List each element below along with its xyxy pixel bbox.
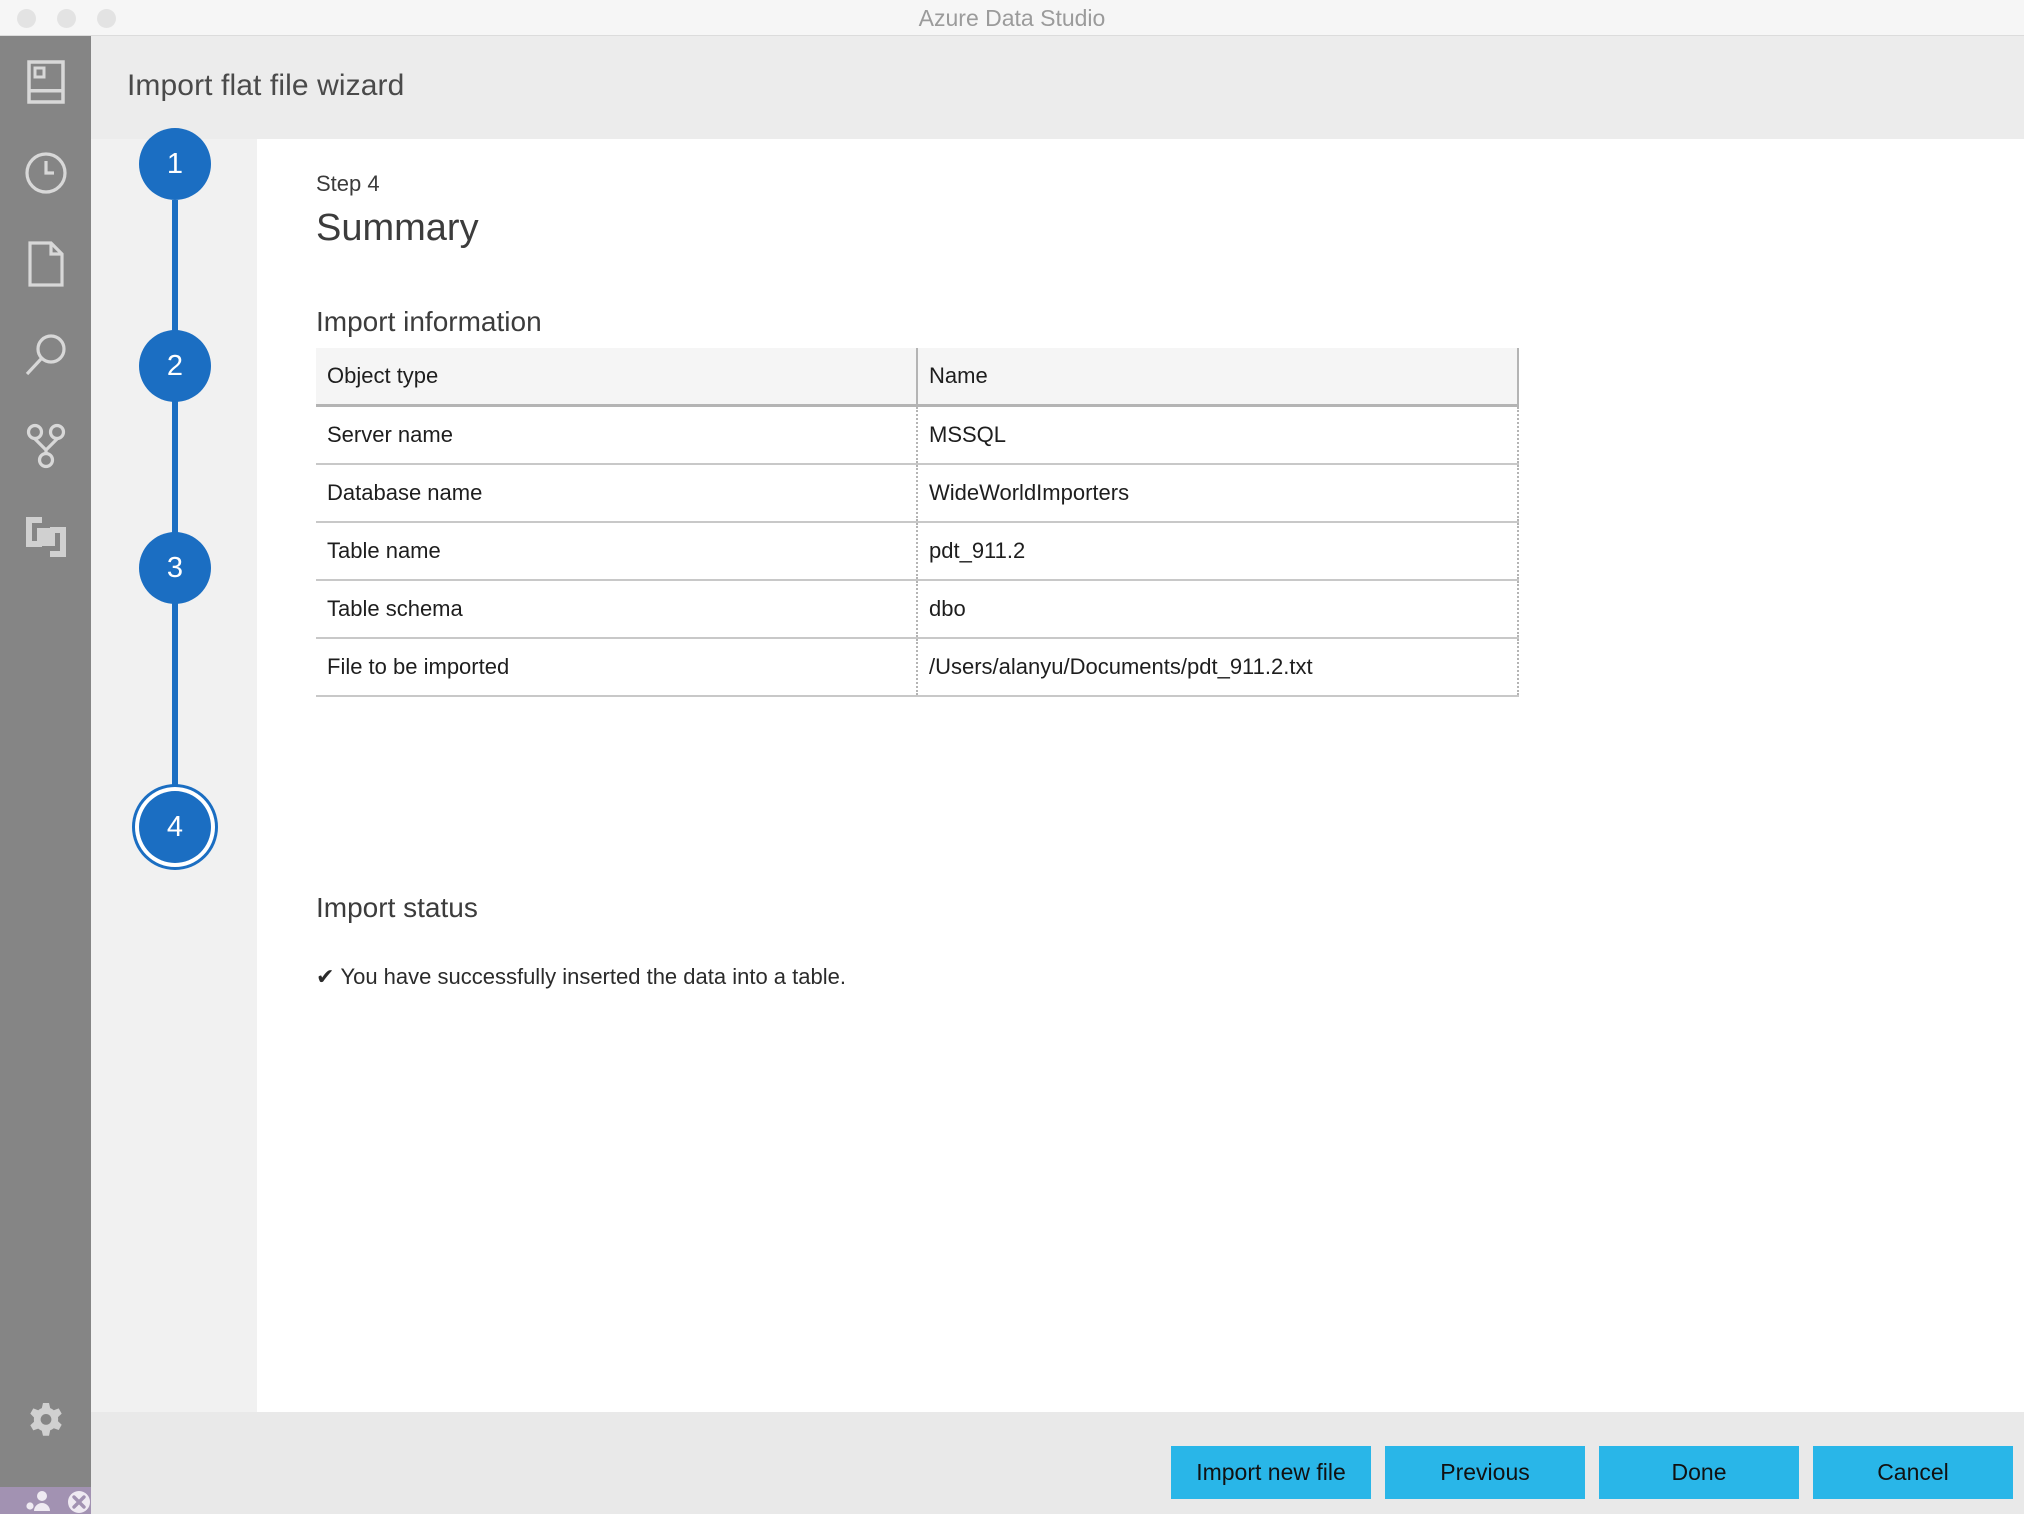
- wizard-header: Import flat file wizard: [91, 36, 2024, 139]
- step-connector-3-4: [172, 604, 178, 806]
- wizard-step-1[interactable]: 1: [139, 128, 211, 200]
- search-icon: [23, 332, 69, 378]
- activity-item-history[interactable]: [0, 127, 91, 218]
- activity-item-extensions[interactable]: [0, 491, 91, 582]
- cell-name: dbo: [917, 580, 1519, 639]
- table-row: Table schema dbo: [316, 580, 1519, 639]
- cell-object-type: Table schema: [316, 580, 918, 639]
- table-row: Server name MSSQL: [316, 405, 1519, 465]
- servers-icon: [26, 59, 65, 104]
- import-status-text: You have successfully inserted the data …: [340, 964, 846, 989]
- activity-item-servers[interactable]: [0, 36, 91, 127]
- status-bar: [0, 1487, 91, 1514]
- table-header-row: Object type Name: [316, 348, 1519, 407]
- accounts-icon[interactable]: [26, 1490, 52, 1517]
- activity-item-source-control[interactable]: [0, 400, 91, 491]
- activity-item-search[interactable]: [0, 309, 91, 400]
- cell-object-type: Database name: [316, 464, 918, 523]
- step-label: Step 4: [316, 171, 380, 196]
- import-new-file-button[interactable]: Import new file: [1171, 1446, 1371, 1499]
- notebook-file-icon: [27, 240, 65, 287]
- gear-icon: [25, 1401, 67, 1443]
- history-clock-icon: [24, 151, 68, 195]
- window-title: Azure Data Studio: [918, 5, 1106, 31]
- cell-name: pdt_911.2: [917, 522, 1519, 581]
- cell-object-type: File to be imported: [316, 638, 918, 697]
- done-button[interactable]: Done: [1599, 1446, 1799, 1499]
- wizard-footer: Import new file Previous Done Cancel: [91, 1412, 2024, 1514]
- cell-object-type: Table name: [316, 522, 918, 581]
- column-header-name: Name: [917, 348, 1519, 407]
- extensions-icon: [24, 515, 68, 559]
- import-status-message: ✔ You have successfully inserted the data…: [316, 964, 846, 990]
- cell-object-type: Server name: [316, 405, 918, 465]
- source-control-icon: [26, 423, 66, 469]
- window-title-bar: Azure Data Studio: [0, 0, 2024, 36]
- success-check-icon: ✔: [316, 964, 335, 989]
- wizard-content: Step 4 Summary Import information Object…: [257, 139, 2024, 1412]
- page-title: Summary: [316, 207, 479, 249]
- table-row: Table name pdt_911.2: [316, 522, 1519, 581]
- activity-item-manage-settings[interactable]: [0, 1376, 91, 1467]
- cell-name: MSSQL: [917, 405, 1519, 465]
- section-heading-import-information: Import information: [316, 306, 542, 337]
- activity-item-notebooks[interactable]: [0, 218, 91, 309]
- wizard-step-rail: 1 2 3 4: [91, 128, 257, 1412]
- cell-name: WideWorldImporters: [917, 464, 1519, 523]
- previous-button[interactable]: Previous: [1385, 1446, 1585, 1499]
- cell-name: /Users/alanyu/Documents/pdt_911.2.txt: [917, 638, 1519, 697]
- section-heading-import-status: Import status: [316, 892, 478, 923]
- table-row: File to be imported/Users/alanyu/Documen…: [316, 638, 1519, 697]
- column-header-object-type: Object type: [316, 348, 918, 407]
- activity-bar: [0, 36, 91, 1487]
- table-row: Database name WideWorldImporters: [316, 464, 1519, 523]
- wizard-title: Import flat file wizard: [127, 69, 405, 102]
- wizard-step-3[interactable]: 3: [139, 532, 211, 604]
- error-circle-icon[interactable]: [66, 1489, 92, 1520]
- import-information-table: Object type Name Server name MSSQL Databas…: [316, 348, 1519, 697]
- cancel-button[interactable]: Cancel: [1813, 1446, 2013, 1499]
- wizard-step-2[interactable]: 2: [139, 330, 211, 402]
- wizard-step-4[interactable]: 4: [139, 791, 211, 863]
